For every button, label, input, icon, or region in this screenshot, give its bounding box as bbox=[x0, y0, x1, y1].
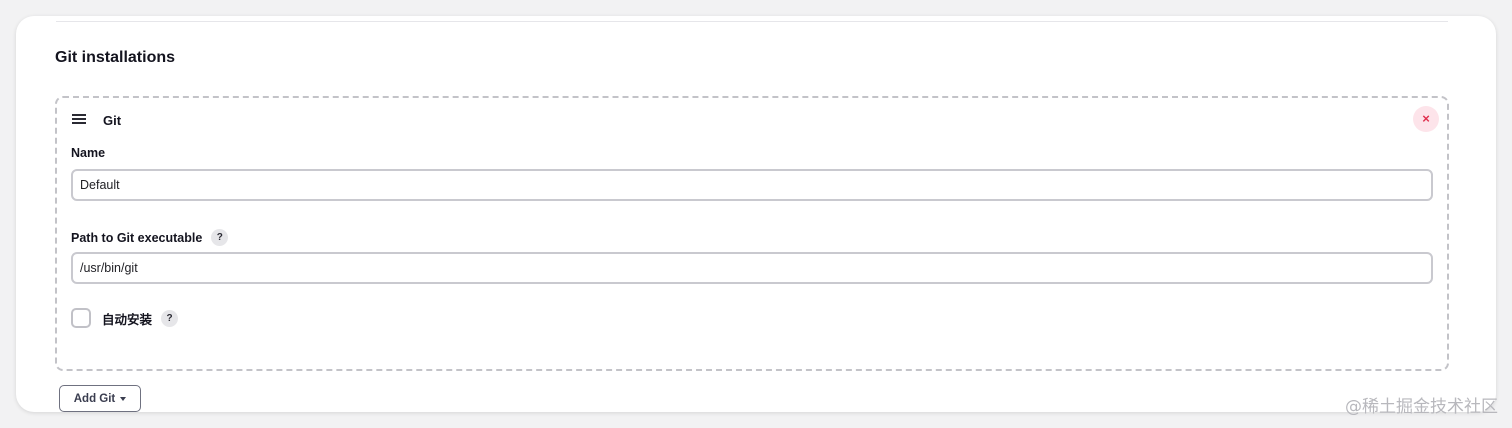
path-label: Path to Git executable ? bbox=[71, 229, 229, 246]
delete-git-button[interactable]: × bbox=[1413, 106, 1439, 132]
auto-install-checkbox[interactable] bbox=[71, 308, 91, 328]
help-icon[interactable]: ? bbox=[211, 229, 229, 246]
git-installations-card: Git installations Git × Name Path to Git… bbox=[16, 16, 1496, 412]
section-title: Git installations bbox=[55, 49, 176, 66]
caret-down-icon bbox=[120, 396, 127, 401]
path-label-text: Path to Git executable bbox=[71, 230, 203, 245]
git-path-input[interactable] bbox=[71, 252, 1433, 284]
add-git-label: Add Git bbox=[73, 392, 116, 405]
git-block-title: Git bbox=[103, 113, 122, 128]
close-icon: × bbox=[1422, 111, 1430, 126]
auto-install-label[interactable]: 自动安装 bbox=[102, 309, 152, 328]
name-label-text: Name bbox=[71, 146, 106, 160]
auto-install-row: 自动安装 ? bbox=[71, 308, 179, 328]
watermark: @稀土掘金技术社区 bbox=[1345, 397, 1498, 417]
name-input[interactable] bbox=[71, 169, 1433, 201]
git-installation-block: Git × Name Path to Git executable ? 自动安装… bbox=[55, 96, 1449, 371]
drag-handle-icon[interactable] bbox=[72, 114, 86, 124]
divider bbox=[56, 21, 1448, 22]
name-label: Name bbox=[71, 146, 105, 160]
add-git-button[interactable]: Add Git bbox=[59, 385, 141, 412]
help-icon[interactable]: ? bbox=[161, 309, 179, 327]
